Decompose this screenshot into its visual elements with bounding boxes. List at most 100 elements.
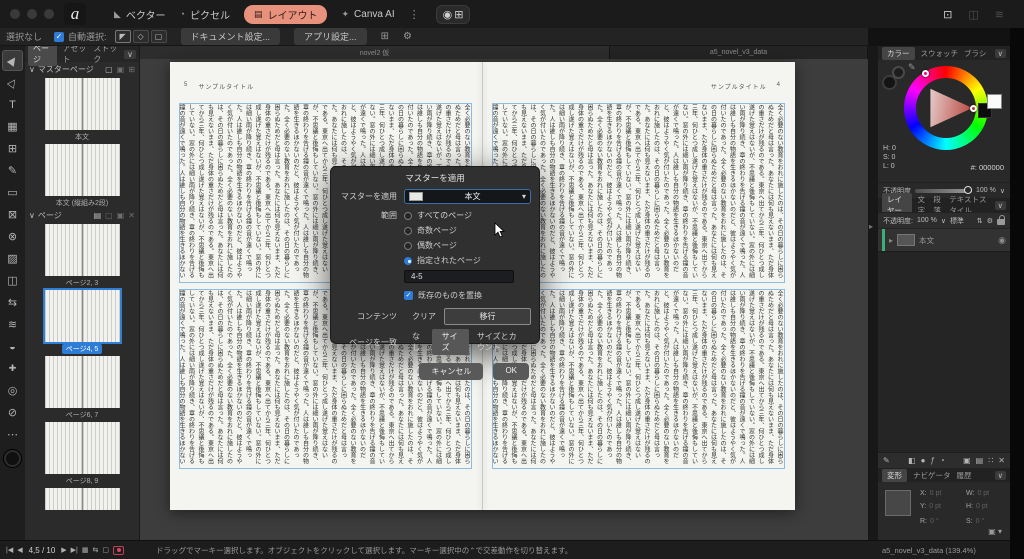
add-master-icon[interactable]: ▣ xyxy=(117,65,125,74)
delete-icon[interactable]: ✕ xyxy=(998,456,1005,465)
close-window-icon[interactable] xyxy=(10,9,20,19)
transform-tool[interactable]: ⇆ xyxy=(2,292,23,313)
panel-chevron-icon[interactable]: ∨ xyxy=(124,50,136,59)
share-screen-icon[interactable]: ⊡ xyxy=(943,8,952,21)
collapse-chevron-icon[interactable]: ∨ xyxy=(29,65,35,74)
page-mode-icon[interactable]: ▢ xyxy=(151,30,167,43)
pen-tool[interactable]: ✎ xyxy=(2,160,23,181)
delete-page-icon[interactable]: ✕ xyxy=(128,211,135,220)
match-size-button[interactable]: サイズ xyxy=(432,329,469,355)
hand-tool[interactable]: ◎ xyxy=(2,380,23,401)
sync-view-icon[interactable]: ⇆ xyxy=(93,546,99,554)
opacity-slider-knob[interactable] xyxy=(964,186,972,194)
mask-icon[interactable]: ◧ xyxy=(908,456,916,465)
master-spread-honbun[interactable]: 本文 xyxy=(25,78,139,142)
picture-frame-rectangle-tool[interactable]: ⊠ xyxy=(2,204,23,225)
canva-circle-icon[interactable]: ◉ xyxy=(443,8,453,21)
replace-existing-checkbox[interactable]: ✓ xyxy=(404,291,413,300)
add-page-icon[interactable]: ▢ xyxy=(105,211,113,220)
master-spread-honbun-2dan[interactable]: 本文 (縦組み2段) xyxy=(25,144,139,208)
app-settings-button[interactable]: アプリ設定... xyxy=(294,28,367,45)
master-select-dropdown[interactable]: 本文 ▾ xyxy=(404,189,531,204)
place-image-tool[interactable]: ▨ xyxy=(2,248,23,269)
layer-row-honbun[interactable]: ▸ 本文 ◉ xyxy=(878,228,1010,252)
document-settings-button[interactable]: ドキュメント設定... xyxy=(181,28,281,45)
auto-select-checkbox[interactable]: ✓ xyxy=(54,32,64,42)
minimize-window-icon[interactable] xyxy=(27,9,37,19)
single-page-icon[interactable]: ▢ xyxy=(102,546,109,554)
zoom-tool[interactable]: ⊘ xyxy=(2,402,23,423)
shapes-tool[interactable]: ◫ xyxy=(2,270,23,291)
pages-section-header[interactable]: ∨ ページ ▤ ▢ ▣ ✕ xyxy=(25,208,139,222)
more-tools-button[interactable]: ⋯ xyxy=(2,424,23,445)
panel-chevron-icon[interactable]: ∨ xyxy=(995,471,1007,480)
cancel-button[interactable]: キャンセル xyxy=(419,363,483,380)
radio-specified-pages[interactable] xyxy=(404,257,412,265)
anchor-point-selector[interactable]: ▣ ▾ xyxy=(988,527,1002,536)
zoom-window-icon[interactable] xyxy=(44,9,54,19)
page-indicator[interactable]: 4,5 / 10 xyxy=(29,546,56,555)
grid-view-icon[interactable]: ▦ xyxy=(82,546,89,554)
persona-vector[interactable]: ◣ ベクター xyxy=(114,7,166,22)
color-sampler-secondary-icon[interactable] xyxy=(892,66,905,79)
tab-color[interactable]: カラー xyxy=(882,47,915,60)
rotation-field[interactable]: 0 ° xyxy=(930,518,939,525)
fill-swatch[interactable] xyxy=(987,94,1002,109)
layer-settings-gear-icon[interactable]: ⚙ xyxy=(987,217,993,225)
lasso-mode-icon[interactable]: ◇ xyxy=(133,30,149,43)
blend-mode-value[interactable]: 標準 xyxy=(950,216,964,226)
layer-visibility-icon[interactable]: ◉ xyxy=(998,235,1006,246)
layer-expand-chevron-icon[interactable]: ▸ xyxy=(889,236,893,245)
layers-opacity-value[interactable]: 100 % xyxy=(917,217,937,224)
match-none-button[interactable]: なし xyxy=(404,329,432,355)
sort-arrows-icon[interactable]: ⇅ xyxy=(977,217,983,225)
window-icon[interactable]: ◫ xyxy=(968,8,978,21)
edit-detach-icon[interactable]: ✎ xyxy=(883,456,890,465)
radio-all-pages[interactable] xyxy=(404,212,412,220)
adjustment-icon[interactable]: ● xyxy=(921,456,926,465)
lock-icon[interactable] xyxy=(997,219,1005,225)
spread-pages-6-7[interactable]: ページ6, 7 xyxy=(25,356,139,420)
tab-swatches[interactable]: スウォッチ xyxy=(921,48,959,59)
hex-value[interactable]: #: 000000 xyxy=(971,163,1004,172)
record-icon[interactable] xyxy=(113,546,124,555)
cursor-mode-icon[interactable]: ◤ xyxy=(115,30,131,43)
spread-pages-8-9[interactable]: ページ8, 9 xyxy=(25,422,139,486)
duplicate-page-icon[interactable]: ▣ xyxy=(117,211,125,220)
collapse-chevron-icon[interactable]: ∨ xyxy=(29,211,35,220)
document-tab-a5-novel[interactable]: a5_novel_v3_data xyxy=(610,46,868,59)
masters-section-header[interactable]: ∨ マスターページ ▢ ▣ ⊞ xyxy=(25,62,139,76)
frame-tool[interactable]: ⊞ xyxy=(2,138,23,159)
y-field[interactable]: 0 pt xyxy=(929,503,941,510)
pattern-icon[interactable]: ∷ xyxy=(988,456,993,465)
document-tab-novel2[interactable]: novel2 仮 xyxy=(140,46,610,59)
tab-navigator[interactable]: ナビゲータ xyxy=(913,470,951,481)
duplicate-icon[interactable]: ▣ xyxy=(963,456,971,465)
page-range-input[interactable] xyxy=(404,270,514,283)
w-field[interactable]: 0 pt xyxy=(977,490,989,497)
layers-list-empty-area[interactable] xyxy=(878,252,1010,452)
table-tool[interactable]: ▦ xyxy=(2,116,23,137)
panel-chevron-icon[interactable]: ∨ xyxy=(995,49,1007,58)
tab-brushes[interactable]: ブラシ xyxy=(964,48,986,59)
eyedropper-icon[interactable]: ✎ xyxy=(908,62,916,73)
group-icon[interactable]: ▤ xyxy=(976,456,984,465)
last-spread-icon[interactable]: ▶| xyxy=(71,546,78,554)
tab-assets[interactable]: アセット xyxy=(63,46,88,65)
node-tool[interactable]: ▷ xyxy=(2,72,23,93)
snapping-icon[interactable]: ⊞ xyxy=(381,31,389,42)
apply-master-icon[interactable]: ▤ xyxy=(94,211,102,220)
h-field[interactable]: 0 pt xyxy=(976,503,988,510)
match-size-count-button[interactable]: サイズとカウント xyxy=(469,329,531,355)
radio-even-pages[interactable] xyxy=(404,242,412,250)
spread-pages-2-3[interactable]: ページ2, 3 xyxy=(25,224,139,288)
chevron-down-icon[interactable]: ∨ xyxy=(941,217,946,225)
picture-frame-ellipse-tool[interactable]: ⊗ xyxy=(2,226,23,247)
rectangle-tool[interactable]: ▭ xyxy=(2,182,23,203)
overflow-menu-icon[interactable]: ⋮ xyxy=(409,8,420,21)
fill-tool[interactable]: ◒ xyxy=(2,336,23,357)
persona-layout[interactable]: ▤ レイアウト xyxy=(244,5,328,24)
tab-history[interactable]: 履歴 xyxy=(957,470,972,481)
persona-pixel[interactable]: ◔ ピクセル xyxy=(180,7,230,22)
hue-marker[interactable] xyxy=(922,70,929,77)
